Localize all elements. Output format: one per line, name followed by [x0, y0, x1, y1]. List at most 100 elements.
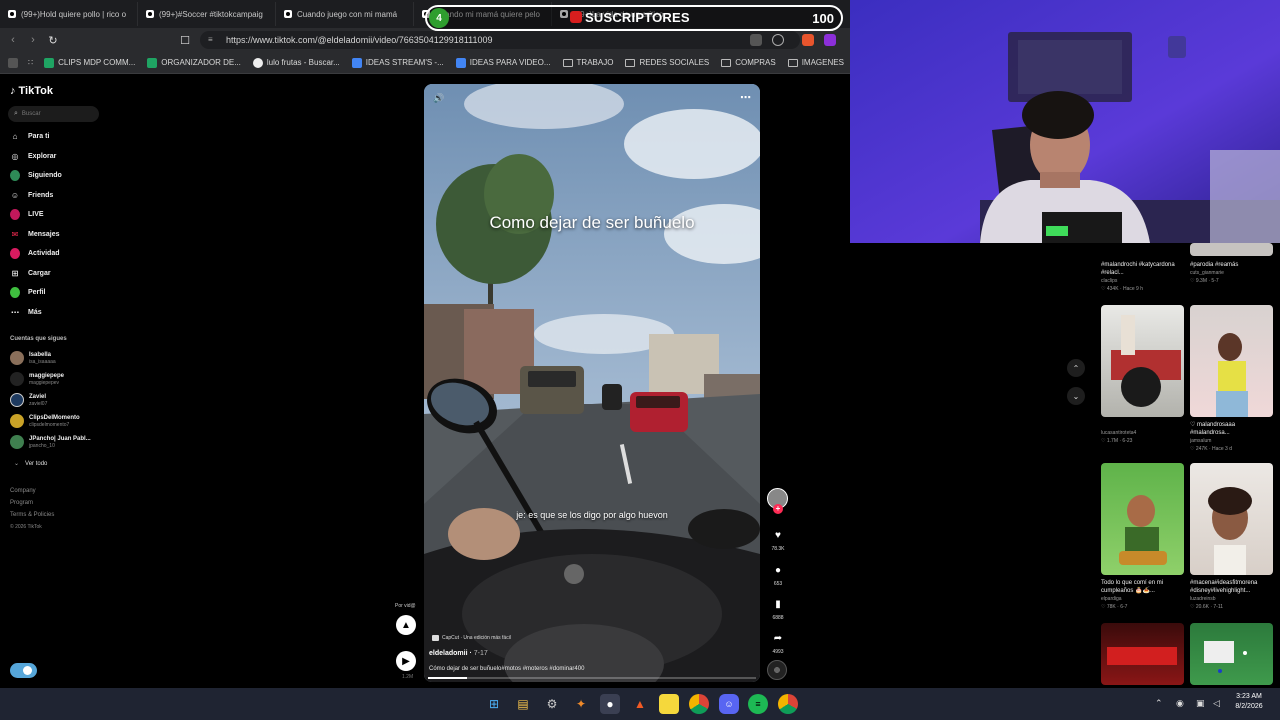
recommended-thumbnail[interactable]	[1190, 305, 1273, 417]
address-bar[interactable]: ≡ https://www.tiktok.com/@eldeladomii/vi…	[200, 31, 800, 49]
following-account[interactable]: JPancho| Juan Pabl... jpancho_10	[10, 435, 91, 449]
thumbs-up-icon[interactable]: ▲	[396, 615, 416, 635]
bookmark-label: IMAGENES	[801, 58, 844, 67]
recommended-user: lucasantiroteta4	[1101, 430, 1137, 436]
file-explorer-icon[interactable]: ▤	[513, 694, 533, 714]
previous-video-button[interactable]: ⌃	[1067, 359, 1085, 377]
recommended-thumbnail[interactable]	[1101, 623, 1184, 685]
brave-shield-icon[interactable]	[802, 34, 814, 46]
footer-program[interactable]: Program	[10, 500, 33, 506]
back-icon[interactable]: ‹	[3, 30, 23, 50]
chat-toggle-button[interactable]	[10, 663, 37, 678]
apps-grid-icon[interactable]: ∷	[24, 54, 37, 72]
see-all-link[interactable]: ⌄ Ver todo	[14, 460, 47, 467]
following-account[interactable]: Isabella isa_isaaaaa	[10, 351, 56, 365]
nav-messages[interactable]: ✉ Mensajes	[10, 229, 60, 239]
recommended-item[interactable]: Todo lo que comí en mi cumpleaños 🎂🍝... e…	[1101, 579, 1185, 611]
bookmark-folder[interactable]: REDES SOCIALES	[620, 54, 714, 72]
url-text: https://www.tiktok.com/@eldeladomii/vide…	[226, 35, 493, 45]
nav-for-you[interactable]: ⌂ Para ti	[10, 131, 50, 141]
chrome-icon[interactable]	[689, 694, 709, 714]
capcut-tag[interactable]: CapCut · Una edición más fácil	[432, 635, 511, 641]
bookmark-item[interactable]: ORGANIZADOR DE...	[142, 54, 246, 72]
recommended-item[interactable]: lucasantiroteta4 ♡ 1.7M · 6-23	[1101, 429, 1185, 445]
forward-icon[interactable]: ›	[23, 30, 43, 50]
sticky-notes-icon[interactable]	[659, 694, 679, 714]
like-button[interactable]: ♥ 78.3K	[766, 526, 790, 553]
comment-icon: ●	[774, 564, 782, 576]
tiktok-logo[interactable]: ♪ TikTok	[10, 85, 53, 97]
bookmark-item[interactable]: CLIPS MDP COMM...	[39, 54, 140, 72]
video-player[interactable]: 🔊 ⋯ Como dejar de ser buñuelo je: es que…	[424, 84, 760, 682]
nav-explore[interactable]: ◎ Explorar	[10, 151, 57, 161]
music-disc-icon[interactable]	[767, 660, 787, 680]
bookmark-item[interactable]: IDEAS PARA VIDEO...	[451, 54, 556, 72]
nav-upload[interactable]: ⊞ Cargar	[10, 268, 51, 278]
recommended-item[interactable]: ♡ malandrosaaa #malandrosa... jamsalum ♡ 2…	[1190, 421, 1274, 453]
comment-button[interactable]: ● 653	[766, 561, 790, 588]
search-input[interactable]: ⌕ Buscar	[8, 106, 99, 122]
brave-browser-icon[interactable]: ▲	[630, 694, 650, 714]
chrome-profile-icon[interactable]	[778, 694, 798, 714]
recommended-thumbnail[interactable]	[1190, 243, 1273, 256]
discord-icon[interactable]: ☺	[719, 694, 739, 714]
video-progress-bar[interactable]	[428, 677, 756, 679]
spotify-icon[interactable]: ≡	[748, 694, 768, 714]
brave-rewards-icon[interactable]	[824, 34, 836, 46]
bookmark-item[interactable]: lulo frutas - Buscar...	[248, 54, 345, 72]
bookmark-icon[interactable]: ☐	[175, 30, 195, 50]
more-options-icon[interactable]: ⋯	[740, 91, 751, 104]
follow-plus-icon[interactable]: +	[773, 504, 783, 514]
network-icon[interactable]: ▣	[1196, 698, 1205, 709]
recommended-caption: #macena#ideasfitmorena #disney#livehighl…	[1190, 580, 1258, 594]
windows-start-icon[interactable]: ⊞	[484, 694, 504, 714]
nav-live[interactable]: LIVE	[10, 208, 44, 220]
volume-icon[interactable]: 🔊	[433, 93, 444, 104]
recommended-thumbnail[interactable]	[1101, 305, 1184, 417]
site-settings-icon[interactable]: ≡	[208, 35, 218, 45]
browser-tab[interactable]: (99+)#Soccer #tiktokcampaig	[138, 2, 276, 26]
nav-activity[interactable]: Actividad	[10, 247, 60, 259]
reload-icon[interactable]: ↻	[43, 30, 63, 50]
nav-profile[interactable]: Perfil	[10, 286, 46, 298]
volume-tray-icon[interactable]: ◁	[1213, 698, 1220, 709]
nav-following[interactable]: Siguiendo	[10, 169, 62, 181]
footer-terms[interactable]: Terms & Policies	[10, 512, 54, 518]
share-button[interactable]: ➦ 4993	[766, 629, 790, 656]
recommended-thumbnail[interactable]	[1101, 463, 1184, 575]
following-account[interactable]: ClipsDelMomento clipsdelmomento7	[10, 414, 80, 428]
settings-icon[interactable]: ⚙	[542, 694, 562, 714]
footer-company[interactable]: Company	[10, 488, 36, 494]
video-author[interactable]: eldeladomii · 7-17	[429, 650, 488, 657]
following-account[interactable]: Zaviel zaviel07	[10, 393, 47, 407]
video-progress-fill	[428, 677, 468, 679]
save-button[interactable]: ▮ 6888	[766, 595, 790, 622]
avatar	[10, 393, 24, 407]
nav-friends[interactable]: ☺ Friends	[10, 190, 53, 200]
obs-icon[interactable]: ●	[600, 694, 620, 714]
play-icon[interactable]: ▶	[396, 651, 416, 671]
recommended-thumbnail[interactable]	[1190, 463, 1273, 575]
tray-expand-icon[interactable]: ⌃	[1155, 698, 1163, 709]
recommended-item[interactable]: #macena#ideasfitmorena #disney#livehighl…	[1190, 579, 1274, 611]
browser-tab[interactable]: Cuando juego con mi mamá	[276, 2, 414, 26]
bookmark-item[interactable]: IDEAS STREAM'S -...	[347, 54, 449, 72]
compass-icon: ◎	[11, 151, 19, 161]
location-icon[interactable]: ◉	[1176, 698, 1184, 709]
recommended-thumbnail[interactable]	[1190, 623, 1273, 685]
translate-icon[interactable]	[750, 34, 762, 46]
bookmarks-apps-icon[interactable]	[4, 54, 22, 72]
recommended-item[interactable]: #malandrochi #katycardona #relacl... clac…	[1101, 261, 1185, 293]
zoom-icon[interactable]	[772, 34, 784, 46]
capcut-app-icon[interactable]: ✦	[571, 694, 591, 714]
next-video-button[interactable]: ⌄	[1067, 387, 1085, 405]
bookmark-folder[interactable]: COMPRAS	[716, 54, 780, 72]
taskbar-clock[interactable]: 3:23 AM 8/2/2026	[1224, 692, 1274, 712]
recommended-item[interactable]: #parodia #reamás cuts_gianmarie ♡ 9.3M · 5…	[1190, 261, 1274, 285]
bookmark-folder[interactable]: TRABAJO	[558, 54, 619, 72]
search-icon: ⌕	[14, 110, 18, 117]
browser-tab[interactable]: (99+)Hold quiere pollo | rico o	[0, 2, 138, 26]
following-account[interactable]: maggiepepe maggiepepev	[10, 372, 64, 386]
bookmark-folder[interactable]: IMAGENES	[783, 54, 849, 72]
nav-more[interactable]: ⋯ Más	[10, 307, 42, 317]
